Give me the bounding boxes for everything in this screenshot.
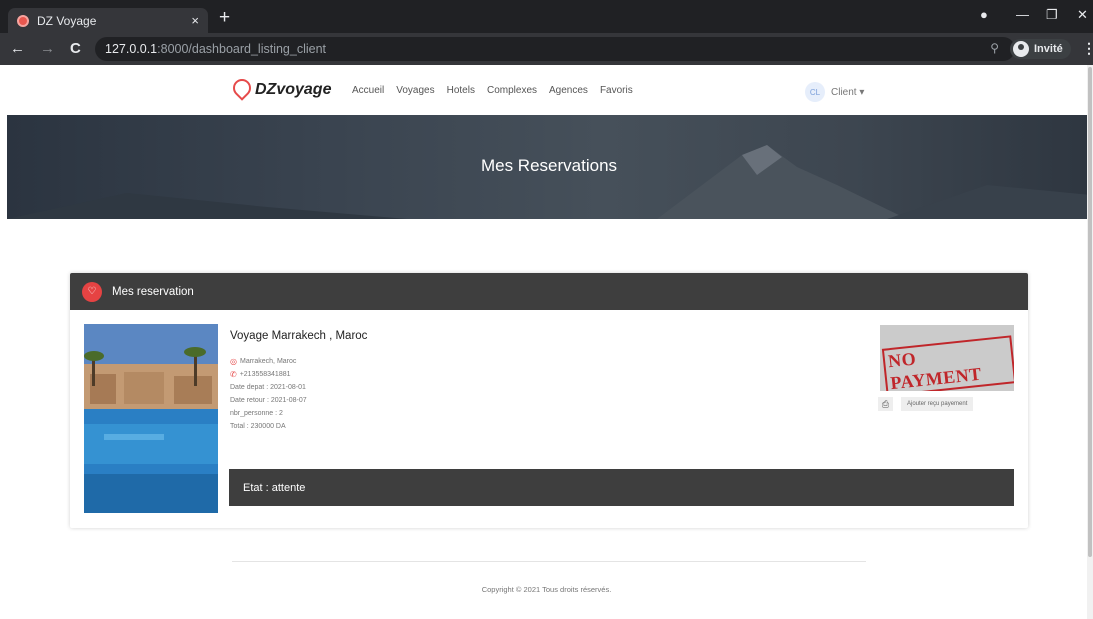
profile-button[interactable]: Invité <box>1010 39 1071 59</box>
url-path: :8000/dashboard_listing_client <box>157 42 327 56</box>
profile-label: Invité <box>1034 43 1063 55</box>
location-text: Marrakech, Maroc <box>239 358 297 365</box>
footer-copyright: Copyright © 2021 Tous droits réservés. <box>481 585 612 594</box>
close-window-icon[interactable]: ✕ <box>1077 7 1088 23</box>
zoom-icon[interactable]: ⚲ <box>990 41 999 55</box>
receipt-actions: ⎙ Ajouter reçu payement <box>878 397 974 411</box>
reservation-title: Voyage Marrakech , Maroc <box>230 330 368 342</box>
minimize-icon[interactable]: — <box>1016 7 1029 22</box>
location-pin-icon <box>232 79 249 100</box>
hero-banner: Mes Reservations <box>7 115 1091 219</box>
new-tab-icon[interactable]: + <box>219 7 230 29</box>
main-nav: Accueil Voyages Hotels Complexes Agences… <box>352 85 633 96</box>
stamp-text: NO PAYMENT <box>881 335 1014 391</box>
print-icon[interactable]: ⎙ <box>878 397 893 411</box>
menu-icon[interactable]: ⋮ <box>1082 40 1093 57</box>
site-logo[interactable]: DZvoyage <box>232 79 331 100</box>
date-retour: Date retour : 2021-08-07 <box>230 397 307 404</box>
card-title: Mes reservation <box>112 285 194 298</box>
url-field[interactable]: ⓘ 127.0.0.1 :8000/dashboard_listing_clie… <box>95 37 1015 110</box>
page: DZvoyage Accueil Voyages Hotels Complexe… <box>0 65 1093 619</box>
nav-hotels[interactable]: Hotels <box>447 85 475 96</box>
url-host: 127.0.0.1 <box>105 42 158 56</box>
location-line: ◎ Marrakech, Maroc <box>230 357 630 366</box>
reload-icon[interactable]: C <box>70 40 81 57</box>
tab-close-icon[interactable]: × <box>191 13 199 28</box>
nbr-personne: nbr_personne : 2 <box>230 410 283 417</box>
reservation-details: Voyage Marrakech , Maroc ◎ Marrakech, Ma… <box>230 330 630 436</box>
tab-title: DZ Voyage <box>37 13 97 28</box>
nav-agences[interactable]: Agences <box>549 85 588 96</box>
user-menu-label: Client ▾ <box>831 86 865 98</box>
footer-divider <box>232 561 866 562</box>
add-receipt-button[interactable]: Ajouter reçu payement <box>901 397 974 411</box>
restore-icon[interactable]: ❐ <box>1046 7 1058 23</box>
card-header: ♡ Mes reservation <box>70 273 1028 310</box>
nav-complexes[interactable]: Complexes <box>487 85 537 96</box>
browser-tab[interactable]: DZ Voyage × <box>8 8 208 33</box>
status-bar: Etat : attente <box>229 469 1014 506</box>
browser-tab-bar: DZ Voyage × + ● — ❐ ✕ <box>0 0 1093 33</box>
forward-icon[interactable]: → <box>40 40 55 57</box>
profile-avatar-icon <box>1013 41 1029 57</box>
brand-name: DZvoyage <box>255 80 332 98</box>
reservations-card: ♡ Mes reservation Voyage Marrakech , Mar… <box>70 273 1028 528</box>
date-depart: Date depat : 2021-08-01 <box>230 384 306 391</box>
scrollbar-thumb[interactable] <box>1088 67 1092 557</box>
user-avatar: CL <box>805 82 825 102</box>
nav-accueil[interactable]: Accueil <box>352 85 384 96</box>
address-bar-row: ← → C ⓘ 127.0.0.1 :8000/dashboard_listin… <box>0 33 1093 110</box>
phone-text: +213558341881 <box>239 371 291 378</box>
tab-search-icon[interactable]: ● <box>980 7 988 22</box>
nav-favoris[interactable]: Favoris <box>600 85 633 96</box>
hotel-photo <box>84 324 218 513</box>
phone-icon: ✆ <box>230 370 237 379</box>
nav-voyages[interactable]: Voyages <box>396 85 434 96</box>
total-price: Total : 230000 DA <box>230 423 286 430</box>
page-title: Mes Reservations <box>480 156 618 175</box>
favicon-icon <box>17 14 29 27</box>
user-menu[interactable]: CL Client ▾ <box>805 82 864 102</box>
payment-stamp-image: NO PAYMENT <box>880 325 1014 391</box>
heart-icon: ♡ <box>82 281 102 302</box>
scrollbar[interactable] <box>1087 65 1093 619</box>
back-icon[interactable]: ← <box>10 40 25 57</box>
location-icon: ◎ <box>230 357 237 366</box>
phone-line: ✆ +213558341881 <box>230 370 630 379</box>
